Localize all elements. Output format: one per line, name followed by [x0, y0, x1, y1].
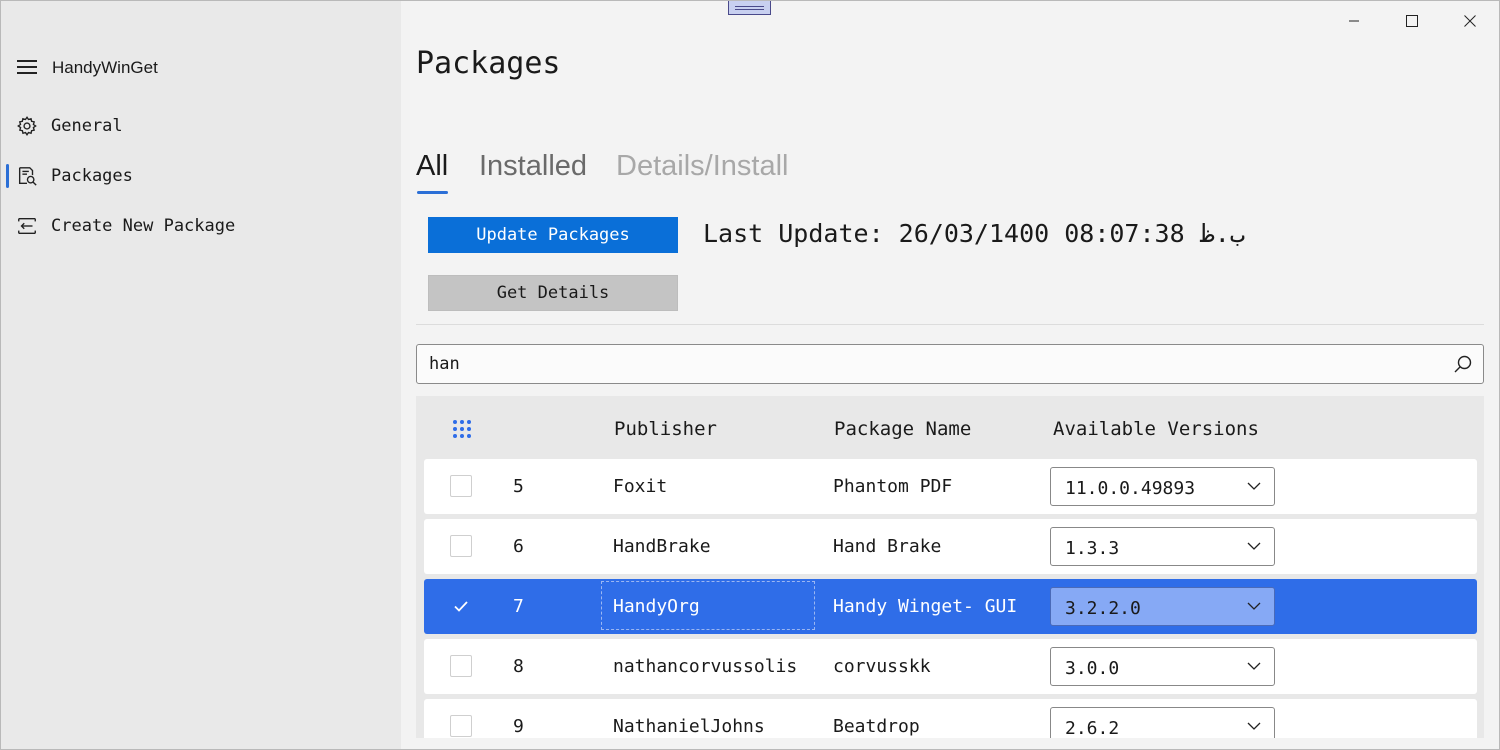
row-number: 5: [513, 476, 524, 497]
package-name-cell: corvusskk: [833, 656, 931, 677]
sidebar-item-packages[interactable]: Packages: [1, 154, 399, 198]
column-header-publisher[interactable]: Publisher: [614, 418, 717, 440]
chevron-down-icon: [1247, 722, 1261, 730]
chevron-down-icon: [1247, 542, 1261, 550]
tab-details-install[interactable]: Details/Install: [616, 150, 788, 183]
hamburger-menu-icon[interactable]: [17, 60, 37, 74]
maximize-button[interactable]: [1389, 4, 1435, 38]
select-all-icon[interactable]: [451, 418, 473, 440]
tab-all[interactable]: All: [416, 150, 448, 183]
version-dropdown[interactable]: 3.0.0: [1050, 647, 1275, 686]
row-number: 8: [513, 656, 524, 677]
checkmark-icon: [454, 601, 468, 612]
publisher-cell: NathanielJohns: [613, 716, 765, 737]
version-dropdown-value: 3.0.0: [1065, 658, 1120, 679]
package-search-icon: [18, 167, 37, 186]
chevron-down-icon: [1247, 602, 1261, 610]
publisher-cell: HandBrake: [613, 536, 711, 557]
sidebar-item-label: Create New Package: [51, 216, 236, 236]
publisher-cell: Foxit: [613, 476, 668, 497]
grid-header: Publisher Package Name Available Version…: [416, 396, 1484, 458]
table-row-selected[interactable]: 7 HandyOrg Handy Winget- GUI 3.2.2.0: [424, 579, 1477, 634]
page-title: Packages: [416, 46, 561, 81]
column-header-package-name[interactable]: Package Name: [834, 418, 971, 440]
tab-selected-underline: [417, 191, 448, 194]
selection-indicator: [6, 164, 9, 188]
search-box: [416, 344, 1484, 384]
minimize-button[interactable]: [1331, 4, 1377, 38]
gear-icon: [17, 116, 37, 136]
last-update-text: Last Update: 26/03/1400 08:07:38 ب.ظ: [703, 219, 1245, 248]
sidebar-item-label: General: [51, 116, 123, 136]
sidebar: HandyWinGet General Packages Create New …: [1, 1, 401, 749]
package-name-cell: Handy Winget- GUI: [833, 596, 1018, 617]
column-header-available-versions[interactable]: Available Versions: [1053, 418, 1259, 440]
row-checkbox[interactable]: [450, 715, 472, 737]
version-dropdown-value: 11.0.0.49893: [1065, 478, 1196, 499]
table-row[interactable]: 9 NathanielJohns Beatdrop 2.6.2: [424, 699, 1477, 738]
version-dropdown[interactable]: 11.0.0.49893: [1050, 467, 1275, 506]
tab-installed[interactable]: Installed: [479, 150, 587, 183]
search-input[interactable]: [429, 352, 1429, 376]
search-icon[interactable]: [1453, 354, 1473, 374]
get-details-button[interactable]: Get Details: [428, 275, 678, 311]
row-checkbox[interactable]: [450, 655, 472, 677]
table-row[interactable]: 8 nathancorvussolis corvusskk 3.0.0: [424, 639, 1477, 694]
table-row[interactable]: 6 HandBrake Hand Brake 1.3.3: [424, 519, 1477, 574]
package-name-cell: Beatdrop: [833, 716, 920, 737]
sidebar-item-create-new-package[interactable]: Create New Package: [1, 204, 399, 248]
row-checkbox[interactable]: [450, 595, 472, 617]
sidebar-item-label: Packages: [51, 166, 133, 186]
row-checkbox[interactable]: [450, 535, 472, 557]
chevron-down-icon: [1247, 482, 1261, 490]
row-number: 6: [513, 536, 524, 557]
divider: [416, 324, 1484, 325]
version-dropdown[interactable]: 3.2.2.0: [1050, 587, 1275, 626]
package-name-cell: Hand Brake: [833, 536, 942, 557]
publisher-cell: HandyOrg: [613, 596, 700, 617]
package-name-cell: Phantom PDF: [833, 476, 953, 497]
row-number: 7: [513, 596, 524, 617]
app-title: HandyWinGet: [52, 58, 158, 77]
sidebar-item-general[interactable]: General: [1, 104, 399, 148]
row-checkbox[interactable]: [450, 475, 472, 497]
publisher-cell: nathancorvussolis: [613, 656, 798, 677]
version-dropdown-value: 1.3.3: [1065, 538, 1120, 559]
title-bar-drag-handle[interactable]: [728, 0, 771, 15]
version-dropdown[interactable]: 2.6.2: [1050, 707, 1275, 738]
close-button[interactable]: [1447, 4, 1493, 38]
chevron-down-icon: [1247, 662, 1261, 670]
minimize-icon: [1349, 20, 1359, 22]
version-dropdown-value: 3.2.2.0: [1065, 598, 1141, 619]
create-package-icon: [18, 217, 36, 235]
version-dropdown-value: 2.6.2: [1065, 718, 1120, 738]
packages-grid: Publisher Package Name Available Version…: [416, 396, 1484, 738]
update-packages-button[interactable]: Update Packages: [428, 217, 678, 253]
table-row[interactable]: 5 Foxit Phantom PDF 11.0.0.49893: [424, 459, 1477, 514]
close-icon: [1464, 15, 1476, 27]
version-dropdown[interactable]: 1.3.3: [1050, 527, 1275, 566]
row-number: 9: [513, 716, 524, 737]
maximize-icon: [1406, 15, 1418, 27]
